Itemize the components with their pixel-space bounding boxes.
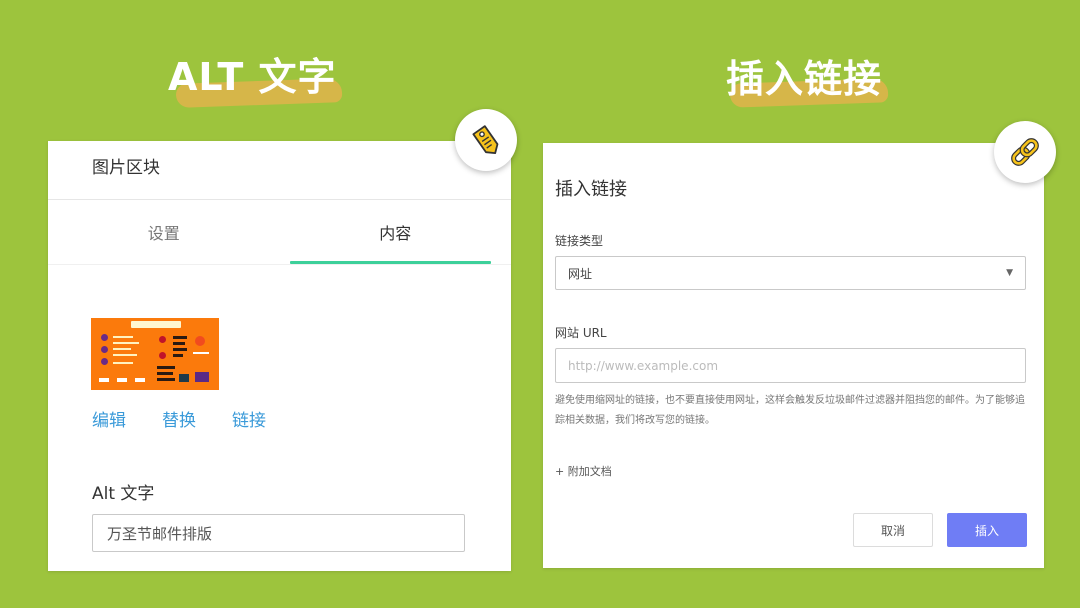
- thumbnail-decor: [195, 336, 205, 346]
- link-link[interactable]: 链接: [232, 406, 266, 431]
- image-actions: 编辑 替换 链接: [92, 406, 266, 431]
- cancel-button[interactable]: 取消: [853, 513, 933, 547]
- url-label: 网站 URL: [555, 326, 607, 340]
- tag-icon: [472, 125, 499, 155]
- link-badge: [994, 121, 1056, 183]
- edit-link[interactable]: 编辑: [92, 406, 126, 431]
- thumbnail-decor: [173, 348, 187, 351]
- attach-document-link[interactable]: + 附加文档: [555, 463, 612, 479]
- image-thumbnail[interactable]: [91, 318, 219, 390]
- thumbnail-decor: [113, 362, 133, 364]
- link-type-label: 链接类型: [555, 234, 604, 248]
- thumbnail-decor: [135, 378, 145, 382]
- thumbnail-decor: [101, 358, 108, 365]
- panel-title: 图片区块: [92, 158, 160, 178]
- thumbnail-decor: [157, 366, 175, 369]
- thumbnail-decor: [157, 378, 175, 381]
- thumbnail-decor: [101, 334, 108, 341]
- thumbnail-decor: [113, 336, 133, 338]
- tag-badge: [455, 109, 517, 171]
- thumbnail-decor: [173, 336, 187, 339]
- link-type-select[interactable]: 网址 ▼: [555, 256, 1026, 290]
- chain-link-icon: [1011, 138, 1039, 166]
- alt-text-label: Alt 文字: [92, 484, 155, 504]
- thumbnail-title-bar: [131, 321, 181, 328]
- help-text: 避免使用缩网址的链接，也不要直接使用网址，这样会触发反垃圾邮件过滤器并阻挡您的邮…: [555, 395, 1025, 426]
- replace-link[interactable]: 替换: [162, 406, 196, 431]
- thumbnail-decor: [193, 352, 209, 354]
- panel-tabs: 设置 内容: [48, 199, 511, 265]
- tab-content[interactable]: 内容: [280, 200, 512, 264]
- insert-button[interactable]: 插入: [947, 513, 1027, 547]
- alt-text-heading-label: ALT 文字: [168, 55, 337, 99]
- thumbnail-decor: [117, 378, 127, 382]
- thumbnail-decor: [173, 354, 183, 357]
- alt-text-input[interactable]: [92, 514, 465, 552]
- thumbnail-decor: [113, 342, 139, 344]
- thumbnail-decor: [195, 372, 209, 382]
- thumbnail-decor: [113, 354, 137, 356]
- image-block-panel: 图片区块 设置 内容 编辑 替换 链接 Alt 文字 万圣节邮件排版: [48, 141, 511, 571]
- thumbnail-decor: [159, 336, 166, 343]
- thumbnail-decor: [99, 378, 109, 382]
- dialog-title: 插入链接: [555, 179, 627, 200]
- url-input[interactable]: [555, 348, 1026, 383]
- caret-down-icon: ▼: [1006, 268, 1013, 278]
- alt-text-heading: ALT 文字: [168, 46, 343, 108]
- insert-link-heading: 插入链接: [726, 48, 889, 108]
- thumbnail-decor: [157, 372, 173, 375]
- thumbnail-decor: [113, 348, 131, 350]
- link-type-value: 网址: [568, 266, 593, 281]
- tab-settings[interactable]: 设置: [48, 200, 280, 264]
- thumbnail-decor: [173, 342, 185, 345]
- thumbnail-decor: [101, 346, 108, 353]
- thumbnail-decor: [159, 352, 166, 359]
- insert-link-dialog: 插入链接 链接类型 网址 ▼ 网站 URL 避免使用缩网址的链接，也不要直接使用…: [543, 143, 1044, 568]
- thumbnail-decor: [179, 374, 189, 382]
- insert-link-heading-label: 插入链接: [726, 57, 883, 101]
